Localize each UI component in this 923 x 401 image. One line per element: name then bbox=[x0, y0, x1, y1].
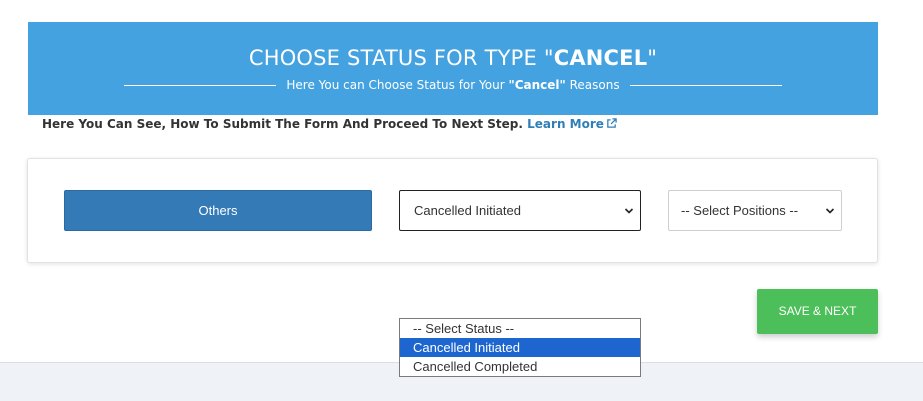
positions-select-value: -- Select Positions -- bbox=[681, 203, 799, 218]
chevron-down-icon bbox=[624, 208, 634, 214]
save-next-button[interactable]: SAVE & NEXT bbox=[757, 289, 878, 334]
header-divider-right bbox=[630, 85, 782, 86]
learn-more-label: Learn More bbox=[527, 117, 604, 131]
page-header-banner: CHOOSE STATUS FOR TYPE "CANCEL" Here You… bbox=[28, 22, 878, 115]
help-text: Here You Can See, How To Submit The Form… bbox=[42, 117, 617, 131]
status-select-value: Cancelled Initiated bbox=[414, 203, 521, 218]
page-subtitle-suffix: Reasons bbox=[565, 78, 620, 92]
help-text-label: Here You Can See, How To Submit The Form… bbox=[42, 117, 523, 131]
page-subtitle-prefix: Here You can Choose Status for Your bbox=[286, 78, 509, 92]
page-title-suffix: " bbox=[647, 46, 658, 70]
type-others-button[interactable]: Others bbox=[64, 190, 372, 231]
page-subtitle-type: "Cancel" bbox=[508, 78, 566, 92]
external-link-icon bbox=[607, 118, 617, 128]
page-title: CHOOSE STATUS FOR TYPE "CANCEL" bbox=[28, 46, 878, 70]
status-option[interactable]: Cancelled Completed bbox=[400, 357, 640, 376]
chevron-down-icon bbox=[825, 208, 835, 214]
status-option[interactable]: Cancelled Initiated bbox=[400, 338, 640, 357]
page-title-type: CANCEL bbox=[553, 46, 648, 70]
learn-more-link[interactable]: Learn More bbox=[527, 117, 617, 131]
status-dropdown-list[interactable]: -- Select Status -- Cancelled Initiated … bbox=[399, 318, 641, 377]
positions-select[interactable]: -- Select Positions -- bbox=[668, 190, 842, 231]
status-form-card: Others Cancelled Initiated -- Select Pos… bbox=[27, 158, 878, 263]
status-select[interactable]: Cancelled Initiated bbox=[399, 190, 641, 231]
status-option[interactable]: -- Select Status -- bbox=[400, 319, 640, 338]
page-title-prefix: CHOOSE STATUS FOR TYPE " bbox=[248, 46, 554, 70]
